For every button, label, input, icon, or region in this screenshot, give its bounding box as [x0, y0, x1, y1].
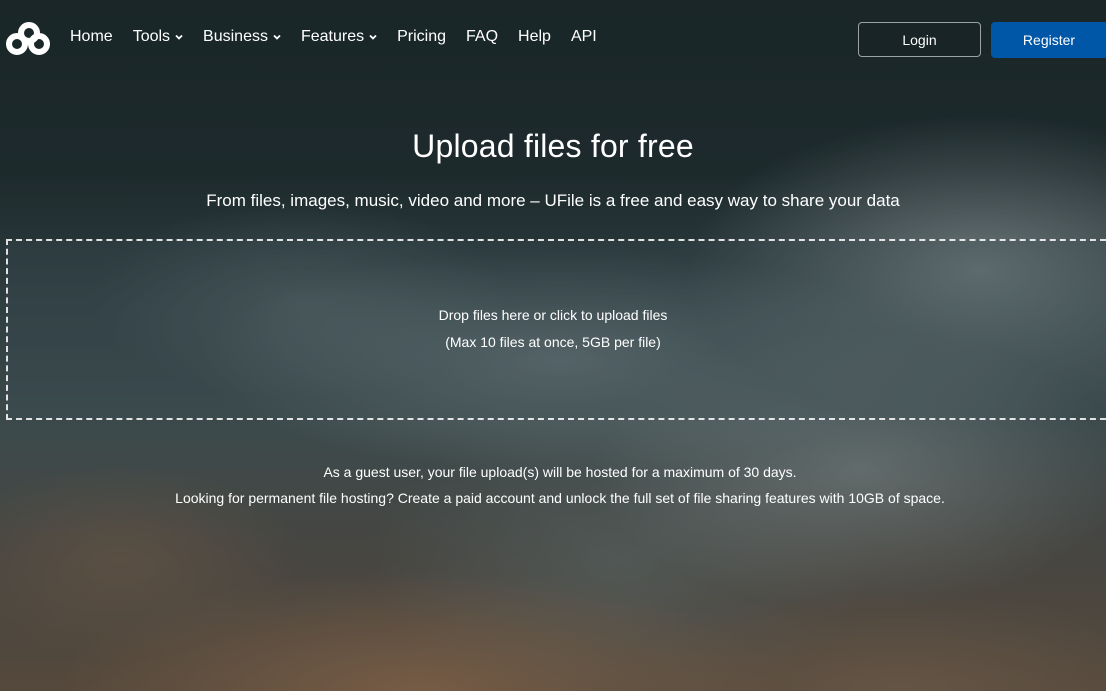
nav-features-label: Features [300, 28, 365, 45]
nav-api-label: API [570, 28, 597, 45]
nav-home[interactable]: Home [70, 28, 113, 46]
nav-tools[interactable]: Tools [133, 28, 183, 46]
nav-features[interactable]: Features [301, 28, 377, 46]
nav-faq[interactable]: FAQ [466, 28, 498, 46]
nav-faq-label: FAQ [466, 28, 499, 45]
nav-pricing[interactable]: Pricing [397, 28, 446, 46]
chevron-down-icon [369, 34, 377, 40]
ufile-logo-icon[interactable] [5, 20, 53, 60]
chevron-down-icon [175, 34, 183, 40]
nav-help[interactable]: Help [518, 28, 551, 46]
dropzone-instruction: Drop files here or click to upload files [438, 307, 668, 323]
file-dropzone[interactable] [6, 239, 1106, 420]
chevron-down-icon [273, 34, 281, 40]
register-button-label: Register [1022, 32, 1076, 48]
guest-hosting-note: As a guest user, your file upload(s) wil… [323, 464, 797, 480]
login-button-label: Login [902, 31, 937, 48]
nav-business-label: Business [203, 28, 268, 45]
nav-api[interactable]: API [571, 28, 597, 46]
nav-home-label: Home [70, 28, 113, 45]
nav-tools-label: Tools [132, 28, 171, 45]
nav-pricing-label: Pricing [397, 28, 447, 45]
nav-help-label: Help [518, 28, 551, 45]
register-button[interactable]: Register [991, 22, 1106, 58]
page: Home Tools Business Features Pricing FAQ [0, 0, 1106, 691]
page-subtitle: From files, images, music, video and mor… [206, 191, 900, 210]
dropzone-limits: (Max 10 files at once, 5GB per file) [445, 334, 661, 350]
login-button[interactable]: Login [858, 22, 981, 57]
paid-account-note: Looking for permanent file hosting? Crea… [175, 490, 945, 506]
header: Home Tools Business Features Pricing FAQ [0, 0, 1106, 78]
nav-business[interactable]: Business [203, 28, 281, 46]
page-title: Upload files for free [412, 128, 694, 164]
main-nav: Home Tools Business Features Pricing FAQ [70, 28, 617, 46]
